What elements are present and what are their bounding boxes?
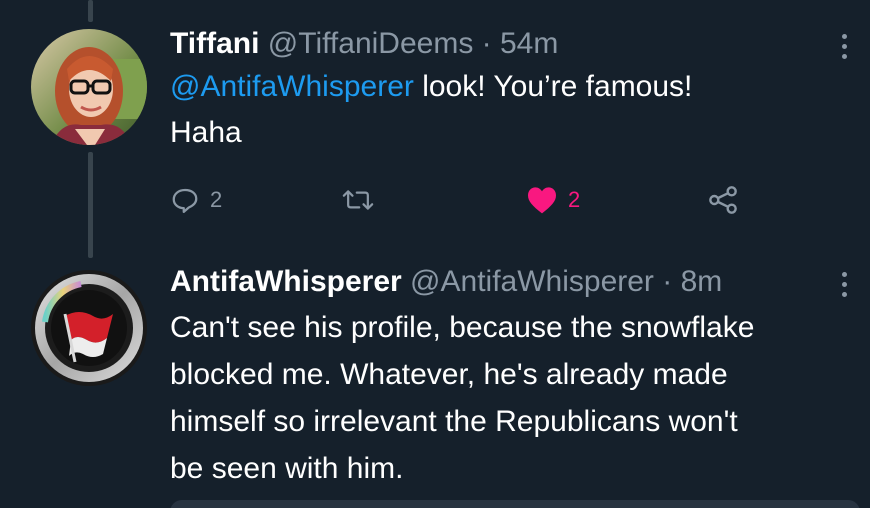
username[interactable]: @AntifaWhisperer: [410, 265, 654, 298]
more-icon-dot: [841, 292, 847, 297]
more-options-button[interactable]: [838, 34, 850, 59]
retweet-icon: [342, 190, 374, 210]
share-icon: [709, 186, 737, 214]
thread-connector: [88, 152, 93, 258]
mention-link[interactable]: @AntifaWhisperer: [170, 70, 414, 103]
username[interactable]: @TiffaniDeems: [268, 27, 474, 60]
media-card-edge: [170, 500, 860, 508]
more-icon-dot: [841, 54, 847, 59]
display-name[interactable]: AntifaWhisperer: [170, 265, 402, 298]
more-icon: [841, 272, 847, 277]
tweet-text: Can't see his profile, because the snowf…: [170, 304, 850, 492]
thread-connector-top: [88, 0, 93, 22]
tweet-actions: 2 2: [170, 180, 750, 220]
timeline: Tiffani @TiffaniDeems · 54m @AntifaWhisp…: [0, 0, 870, 508]
avatar-tiffani[interactable]: [31, 29, 147, 145]
retweet-button[interactable]: [342, 180, 374, 220]
like-button[interactable]: 2: [526, 180, 580, 220]
tweet-text-segment: look! You’re famous!: [413, 70, 693, 103]
more-options-button[interactable]: [838, 272, 850, 297]
tweet-line: be seen with him.: [170, 452, 404, 485]
tweet-line: blocked me. Whatever, he's already made: [170, 358, 728, 391]
more-icon: [841, 34, 847, 39]
reply-button[interactable]: 2: [170, 180, 222, 220]
avatar-antifawhisperer[interactable]: [31, 270, 147, 386]
tweet-line: Can't see his profile, because the snowf…: [170, 311, 755, 344]
timestamp[interactable]: · 54m: [482, 27, 559, 60]
display-name[interactable]: Tiffani: [170, 27, 259, 60]
heart-icon: [528, 187, 556, 214]
tweet-header: Tiffani @TiffaniDeems · 54m: [170, 24, 850, 64]
timestamp[interactable]: · 8m: [662, 265, 722, 298]
share-button[interactable]: [706, 180, 740, 220]
tweet-line: @AntifaWhisperer look! You’re famous!: [170, 64, 850, 110]
antifa-flag-badge-icon: [31, 270, 147, 386]
like-count: 2: [568, 187, 581, 212]
tweet-tiffani[interactable]: Tiffani @TiffaniDeems · 54m @AntifaWhisp…: [170, 24, 850, 156]
tweet-line: himself so irrelevant the Republicans wo…: [170, 405, 738, 438]
more-icon-dot: [841, 44, 847, 49]
more-icon-dot: [841, 282, 847, 287]
avatar-image: [31, 29, 147, 145]
tweet-antifawhisperer[interactable]: AntifaWhisperer @AntifaWhisperer · 8m Ca…: [170, 262, 850, 492]
tweet-line: Haha: [170, 116, 242, 149]
tweet-header: AntifaWhisperer @AntifaWhisperer · 8m: [170, 262, 850, 302]
tweet-text: @AntifaWhisperer look! You’re famous! Ha…: [170, 64, 850, 156]
reply-icon: [172, 188, 198, 213]
reply-count: 2: [210, 187, 223, 212]
